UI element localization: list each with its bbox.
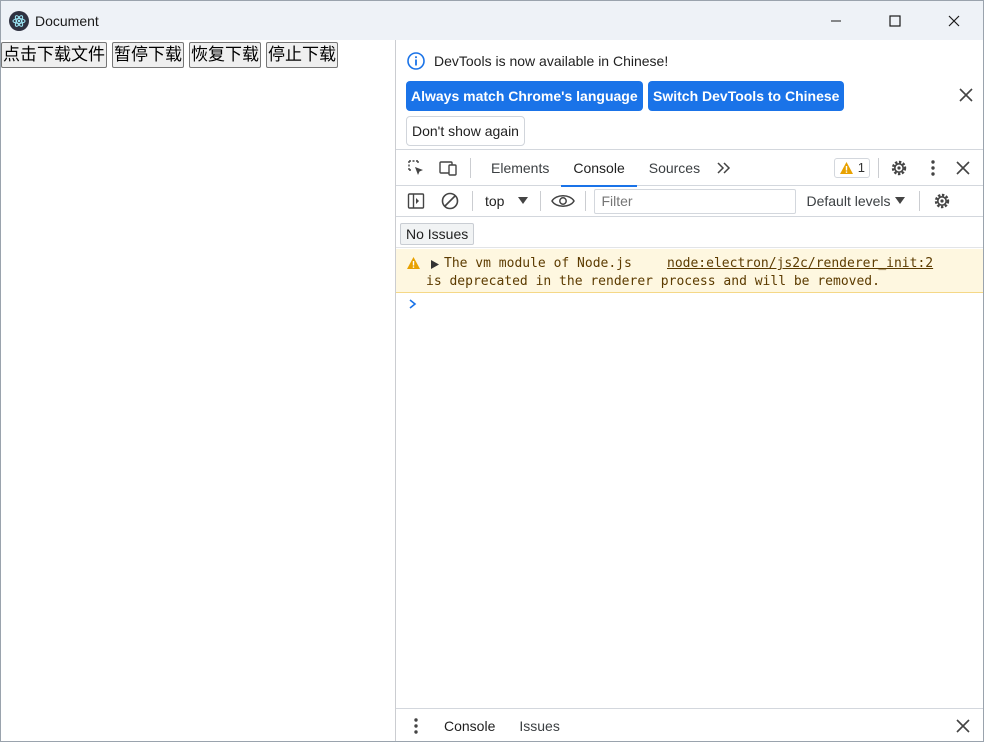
- warning-count: 1: [857, 160, 865, 175]
- infobar-message-row: DevTools is now available in Chinese!: [406, 51, 668, 71]
- warning-icon: [839, 161, 853, 174]
- app-window: Document 点击下载文件 暂停下载 恢复下载 停止下载 DevTools …: [0, 0, 984, 742]
- warning-count-badge[interactable]: 1: [833, 157, 870, 178]
- dont-show-again-button[interactable]: Don't show again: [406, 116, 525, 146]
- more-options-icon[interactable]: [921, 156, 945, 180]
- log-levels-label: Default levels: [806, 193, 891, 209]
- close-infobar-icon[interactable]: [957, 86, 975, 104]
- dropdown-arrow-icon: [894, 197, 905, 204]
- language-infobar: DevTools is now available in Chinese! Al…: [396, 40, 983, 150]
- divider: [540, 191, 542, 211]
- close-icon: [948, 15, 959, 26]
- divider: [470, 157, 471, 178]
- expand-triangle-icon[interactable]: [431, 260, 439, 269]
- infobar-message: DevTools is now available in Chinese!: [434, 53, 669, 69]
- no-issues-button[interactable]: No Issues: [400, 223, 475, 245]
- devtools-tabbar: Elements Console Sources 1: [396, 150, 983, 187]
- resume-download-button[interactable]: 恢复下载: [189, 42, 261, 68]
- devtools-panel: DevTools is now available in Chinese! Al…: [395, 40, 983, 741]
- tab-console[interactable]: Console: [561, 150, 638, 187]
- warning-text-line2: is deprecated in the renderer process an…: [426, 274, 880, 289]
- drawer-menu-icon[interactable]: [404, 714, 428, 738]
- window-title: Document: [35, 12, 99, 29]
- drawer-tab-issues[interactable]: Issues: [507, 709, 571, 741]
- warning-source-link[interactable]: node:electron/js2c/renderer_init:2: [667, 256, 933, 271]
- divider: [878, 157, 879, 178]
- close-window-button[interactable]: [924, 1, 983, 40]
- live-expression-eye-icon[interactable]: [551, 189, 576, 213]
- maximize-icon: [888, 14, 901, 27]
- electron-app-icon: [9, 10, 29, 31]
- info-icon: [407, 52, 425, 70]
- divider: [585, 191, 587, 211]
- console-warning-message: The vm module of Node.js node:electron/j…: [396, 249, 983, 293]
- start-download-button[interactable]: 点击下载文件: [1, 42, 107, 68]
- settings-gear-icon[interactable]: [887, 156, 911, 180]
- drawer-tab-console[interactable]: Console: [432, 709, 507, 741]
- console-settings-gear-icon[interactable]: [930, 189, 954, 213]
- clear-console-icon[interactable]: [438, 189, 462, 213]
- console-filter-input[interactable]: [594, 188, 797, 214]
- console-prompt-chevron-icon[interactable]: [408, 298, 418, 310]
- warning-text-line1: The vm module of Node.js: [444, 256, 632, 271]
- more-tabs-chevron-icon[interactable]: [712, 156, 736, 180]
- console-toolbar: top Default levels: [396, 186, 983, 217]
- download-controls: 点击下载文件 暂停下载 恢复下载 停止下载: [1, 40, 395, 68]
- window-controls: [806, 1, 983, 40]
- maximize-button[interactable]: [865, 1, 924, 40]
- pause-download-button[interactable]: 暂停下载: [112, 42, 184, 68]
- divider: [472, 191, 473, 211]
- context-selector[interactable]: top: [485, 193, 529, 209]
- tab-sources[interactable]: Sources: [637, 150, 712, 186]
- minimize-button[interactable]: [806, 1, 865, 40]
- context-value: top: [485, 193, 505, 209]
- show-sidebar-icon[interactable]: [404, 189, 428, 213]
- device-toolbar-icon[interactable]: [436, 156, 460, 180]
- close-drawer-icon[interactable]: [951, 714, 975, 738]
- tab-elements[interactable]: Elements: [479, 150, 561, 186]
- page-content: 点击下载文件 暂停下载 恢复下载 停止下载: [1, 40, 395, 741]
- log-levels-dropdown[interactable]: Default levels: [806, 193, 905, 209]
- switch-to-chinese-button[interactable]: Switch DevTools to Chinese: [648, 81, 845, 111]
- warning-icon: [407, 257, 420, 269]
- stop-download-button[interactable]: 停止下载: [266, 42, 338, 68]
- issues-row: No Issues: [396, 217, 983, 248]
- title-bar: Document: [1, 1, 983, 40]
- close-devtools-icon[interactable]: [951, 156, 975, 180]
- devtools-drawer: Console Issues: [396, 708, 983, 741]
- inspect-element-icon[interactable]: [404, 156, 428, 180]
- divider: [918, 191, 920, 211]
- minimize-icon: [830, 20, 841, 21]
- dropdown-arrow-icon: [518, 197, 529, 204]
- always-match-language-button[interactable]: Always match Chrome's language: [406, 81, 643, 111]
